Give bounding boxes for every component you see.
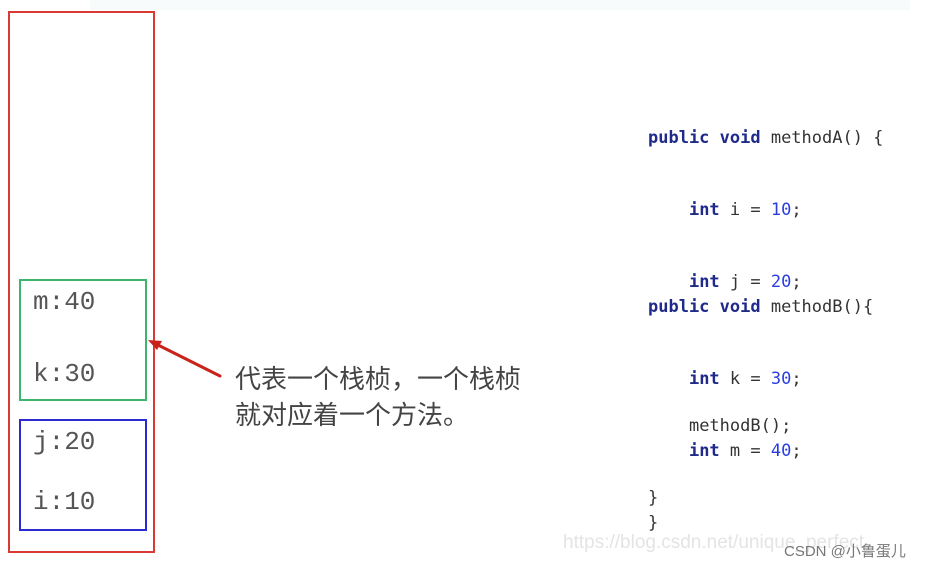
caption-line-2: 就对应着一个方法。 bbox=[235, 401, 470, 431]
local-var-i: i:10 bbox=[33, 487, 96, 517]
code-line: int k = 30; bbox=[648, 367, 873, 391]
code-number: 40 bbox=[770, 441, 792, 461]
frame-caption: 代表一个栈桢，一个栈桢 就对应着一个方法。 bbox=[235, 362, 595, 434]
local-var-k: k:30 bbox=[33, 359, 96, 389]
code-text: m = bbox=[719, 441, 771, 461]
code-keyword: int bbox=[688, 369, 720, 389]
code-line: public void methodA() { bbox=[648, 126, 883, 150]
stack-frame-methodA: j:20 i:10 bbox=[19, 419, 147, 531]
code-number: 10 bbox=[770, 200, 792, 220]
code-text: ; bbox=[791, 441, 802, 461]
code-signature: methodA() { bbox=[760, 128, 884, 148]
code-line: public void methodB(){ bbox=[648, 295, 873, 319]
pointer-arrow bbox=[148, 340, 222, 378]
code-keyword: int bbox=[688, 200, 720, 220]
arrow-shaft bbox=[152, 341, 222, 378]
code-line: int m = 40; bbox=[648, 439, 873, 463]
code-line: int i = 10; bbox=[648, 198, 883, 222]
watermark-credit: CSDN @小鲁蛋儿 bbox=[784, 543, 906, 560]
code-text: k = bbox=[719, 369, 771, 389]
code-text: ; bbox=[791, 200, 802, 220]
stack-frame-methodB: m:40 k:30 bbox=[19, 279, 147, 401]
code-keyword: public void bbox=[648, 297, 761, 317]
code-number: 30 bbox=[770, 369, 792, 389]
code-methodB: public void methodB(){ int k = 30; int m… bbox=[648, 247, 873, 559]
top-strip bbox=[90, 0, 910, 10]
local-var-j: j:20 bbox=[33, 427, 96, 457]
caption-line-1: 代表一个栈桢，一个栈桢 bbox=[235, 365, 522, 395]
code-keyword: int bbox=[688, 441, 720, 461]
code-close-brace: } bbox=[648, 513, 659, 533]
code-signature: methodB(){ bbox=[760, 297, 874, 317]
code-text: ; bbox=[791, 369, 802, 389]
code-text: i = bbox=[719, 200, 771, 220]
local-var-m: m:40 bbox=[33, 287, 96, 317]
code-keyword: public void bbox=[648, 128, 761, 148]
